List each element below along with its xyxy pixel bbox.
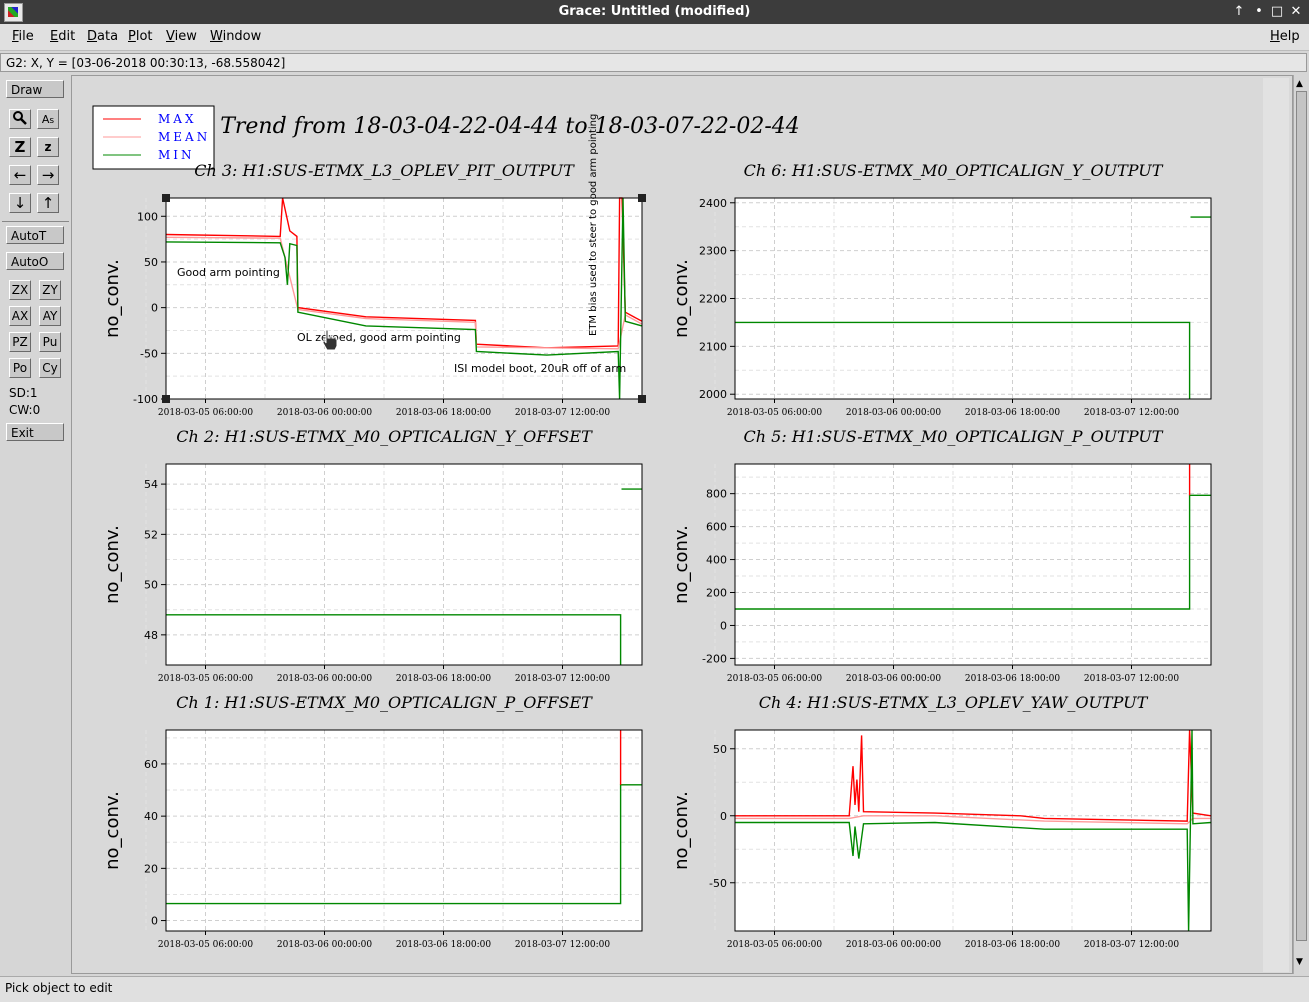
x-tick-label: 2018-03-06 18:00:00 (965, 940, 1060, 950)
x-tick-label: 2018-03-06 00:00:00 (277, 940, 372, 950)
y-tick-label: 0 (720, 619, 727, 632)
y-tick-label: 600 (706, 521, 727, 534)
y-axis-label: no_conv. (102, 259, 123, 338)
x-tick-label: 2018-03-07 12:00:00 (1084, 674, 1179, 684)
y-axis-label: no_conv. (671, 525, 692, 604)
selection-handle (638, 395, 646, 403)
hand-cursor-icon (322, 329, 338, 351)
y-tick-label: 48 (144, 629, 158, 642)
x-tick-label: 2018-03-05 06:00:00 (158, 940, 253, 950)
x-tick-label: 2018-03-05 06:00:00 (727, 940, 822, 950)
y-tick-label: 40 (144, 810, 158, 823)
chart-ch2: Ch 2: H1:SUS-ETMX_M0_OPTICALIGN_Y_OFFSET… (102, 427, 643, 684)
chart-ch5: Ch 5: H1:SUS-ETMX_M0_OPTICALIGN_P_OUTPUT… (671, 427, 1212, 684)
x-tick-label: 2018-03-06 00:00:00 (846, 940, 941, 950)
y-axis-label: no_conv. (671, 791, 692, 870)
y-tick-label: 2200 (699, 293, 727, 306)
annotation-isi-boot: ISI model boot, 20uR off of arm (454, 362, 626, 375)
y-tick-label: 200 (706, 587, 727, 600)
chart-ch6: Ch 6: H1:SUS-ETMX_M0_OPTICALIGN_Y_OUTPUT… (671, 161, 1212, 418)
y-tick-label: 0 (151, 915, 158, 928)
x-tick-label: 2018-03-07 12:00:00 (1084, 940, 1179, 950)
chart-title: Ch 3: H1:SUS-ETMX_L3_OPLEV_PIT_OUTPUT (194, 161, 575, 180)
x-tick-label: 2018-03-06 00:00:00 (846, 674, 941, 684)
chart-title: Ch 5: H1:SUS-ETMX_M0_OPTICALIGN_P_OUTPUT (744, 427, 1164, 446)
chart-ch4: Ch 4: H1:SUS-ETMX_L3_OPLEV_YAW_OUTPUT 50 0… (671, 693, 1212, 950)
y-axis-label: no_conv. (671, 259, 692, 338)
x-tick-label: 2018-03-07 12:00:00 (515, 674, 610, 684)
legend-label-min: MIN (158, 148, 195, 162)
legend-label-max: MAX (158, 112, 197, 126)
y-tick-label: 2400 (699, 197, 727, 210)
plots-layer: MAX MEAN MIN Trend from 18-03-04-22-04-44 … (92, 105, 1212, 950)
x-tick-label: 2018-03-06 18:00:00 (965, 674, 1060, 684)
x-tick-label: 2018-03-06 18:00:00 (396, 940, 491, 950)
x-tick-label: 2018-03-06 00:00:00 (846, 408, 941, 418)
y-tick-label: 60 (144, 758, 158, 771)
y-tick-label: 100 (137, 210, 158, 223)
selection-handle (638, 194, 646, 202)
selection-handle (162, 395, 170, 403)
chart-ch1: Ch 1: H1:SUS-ETMX_M0_OPTICALIGN_P_OFFSET… (102, 693, 643, 950)
y-tick-label: 2100 (699, 340, 727, 353)
annotation-etm-bias: ETM bias used to steer to good arm point… (588, 114, 599, 336)
y-tick-label: -100 (133, 393, 158, 406)
chart-title: Ch 1: H1:SUS-ETMX_M0_OPTICALIGN_P_OFFSET (176, 693, 593, 712)
chart-title: Ch 4: H1:SUS-ETMX_L3_OPLEV_YAW_OUTPUT (759, 693, 1149, 712)
x-tick-label: 2018-03-06 00:00:00 (277, 674, 372, 684)
y-tick-label: 20 (144, 862, 158, 875)
y-tick-label: -50 (140, 347, 158, 360)
x-tick-label: 2018-03-05 06:00:00 (727, 674, 822, 684)
y-tick-label: 54 (144, 478, 158, 491)
selection-handle (162, 194, 170, 202)
x-tick-label: 2018-03-05 06:00:00 (158, 674, 253, 684)
y-tick-label: 50 (713, 743, 727, 756)
y-tick-label: 0 (720, 810, 727, 823)
plot-area (166, 730, 642, 931)
y-tick-label: 50 (144, 256, 158, 269)
chart-title: Ch 6: H1:SUS-ETMX_M0_OPTICALIGN_Y_OUTPUT (744, 161, 1164, 180)
plot-area (735, 730, 1211, 931)
x-tick-label: 2018-03-07 12:00:00 (515, 940, 610, 950)
legend-box[interactable]: MAX MEAN MIN (92, 105, 215, 170)
chart-title: Ch 2: H1:SUS-ETMX_M0_OPTICALIGN_Y_OFFSET (176, 427, 593, 446)
y-tick-label: 800 (706, 488, 727, 501)
annotation-good-arm: Good arm pointing (177, 266, 280, 279)
y-tick-label: 50 (144, 579, 158, 592)
x-tick-label: 2018-03-06 18:00:00 (396, 408, 491, 418)
main-title: Trend from 18-03-04-22-04-44 to 18-03-07… (220, 114, 800, 139)
legend-label-mean: MEAN (158, 130, 210, 144)
y-tick-label: 400 (706, 554, 727, 567)
y-tick-label: 52 (144, 528, 158, 541)
x-tick-label: 2018-03-07 12:00:00 (515, 408, 610, 418)
y-tick-label: 2300 (699, 245, 727, 258)
y-tick-label: -50 (709, 877, 727, 890)
y-axis-label: no_conv. (102, 525, 123, 604)
x-tick-label: 2018-03-06 18:00:00 (965, 408, 1060, 418)
x-tick-label: 2018-03-05 06:00:00 (158, 408, 253, 418)
status-bar: Pick object to edit (0, 976, 1309, 1002)
x-tick-label: 2018-03-05 06:00:00 (727, 408, 822, 418)
x-tick-label: 2018-03-06 00:00:00 (277, 408, 372, 418)
y-tick-label: -200 (702, 652, 727, 665)
y-axis-label: no_conv. (102, 791, 123, 870)
y-tick-label: 2000 (699, 388, 727, 401)
x-tick-label: 2018-03-06 18:00:00 (396, 674, 491, 684)
y-tick-label: 0 (151, 302, 158, 315)
x-tick-label: 2018-03-07 12:00:00 (1084, 408, 1179, 418)
